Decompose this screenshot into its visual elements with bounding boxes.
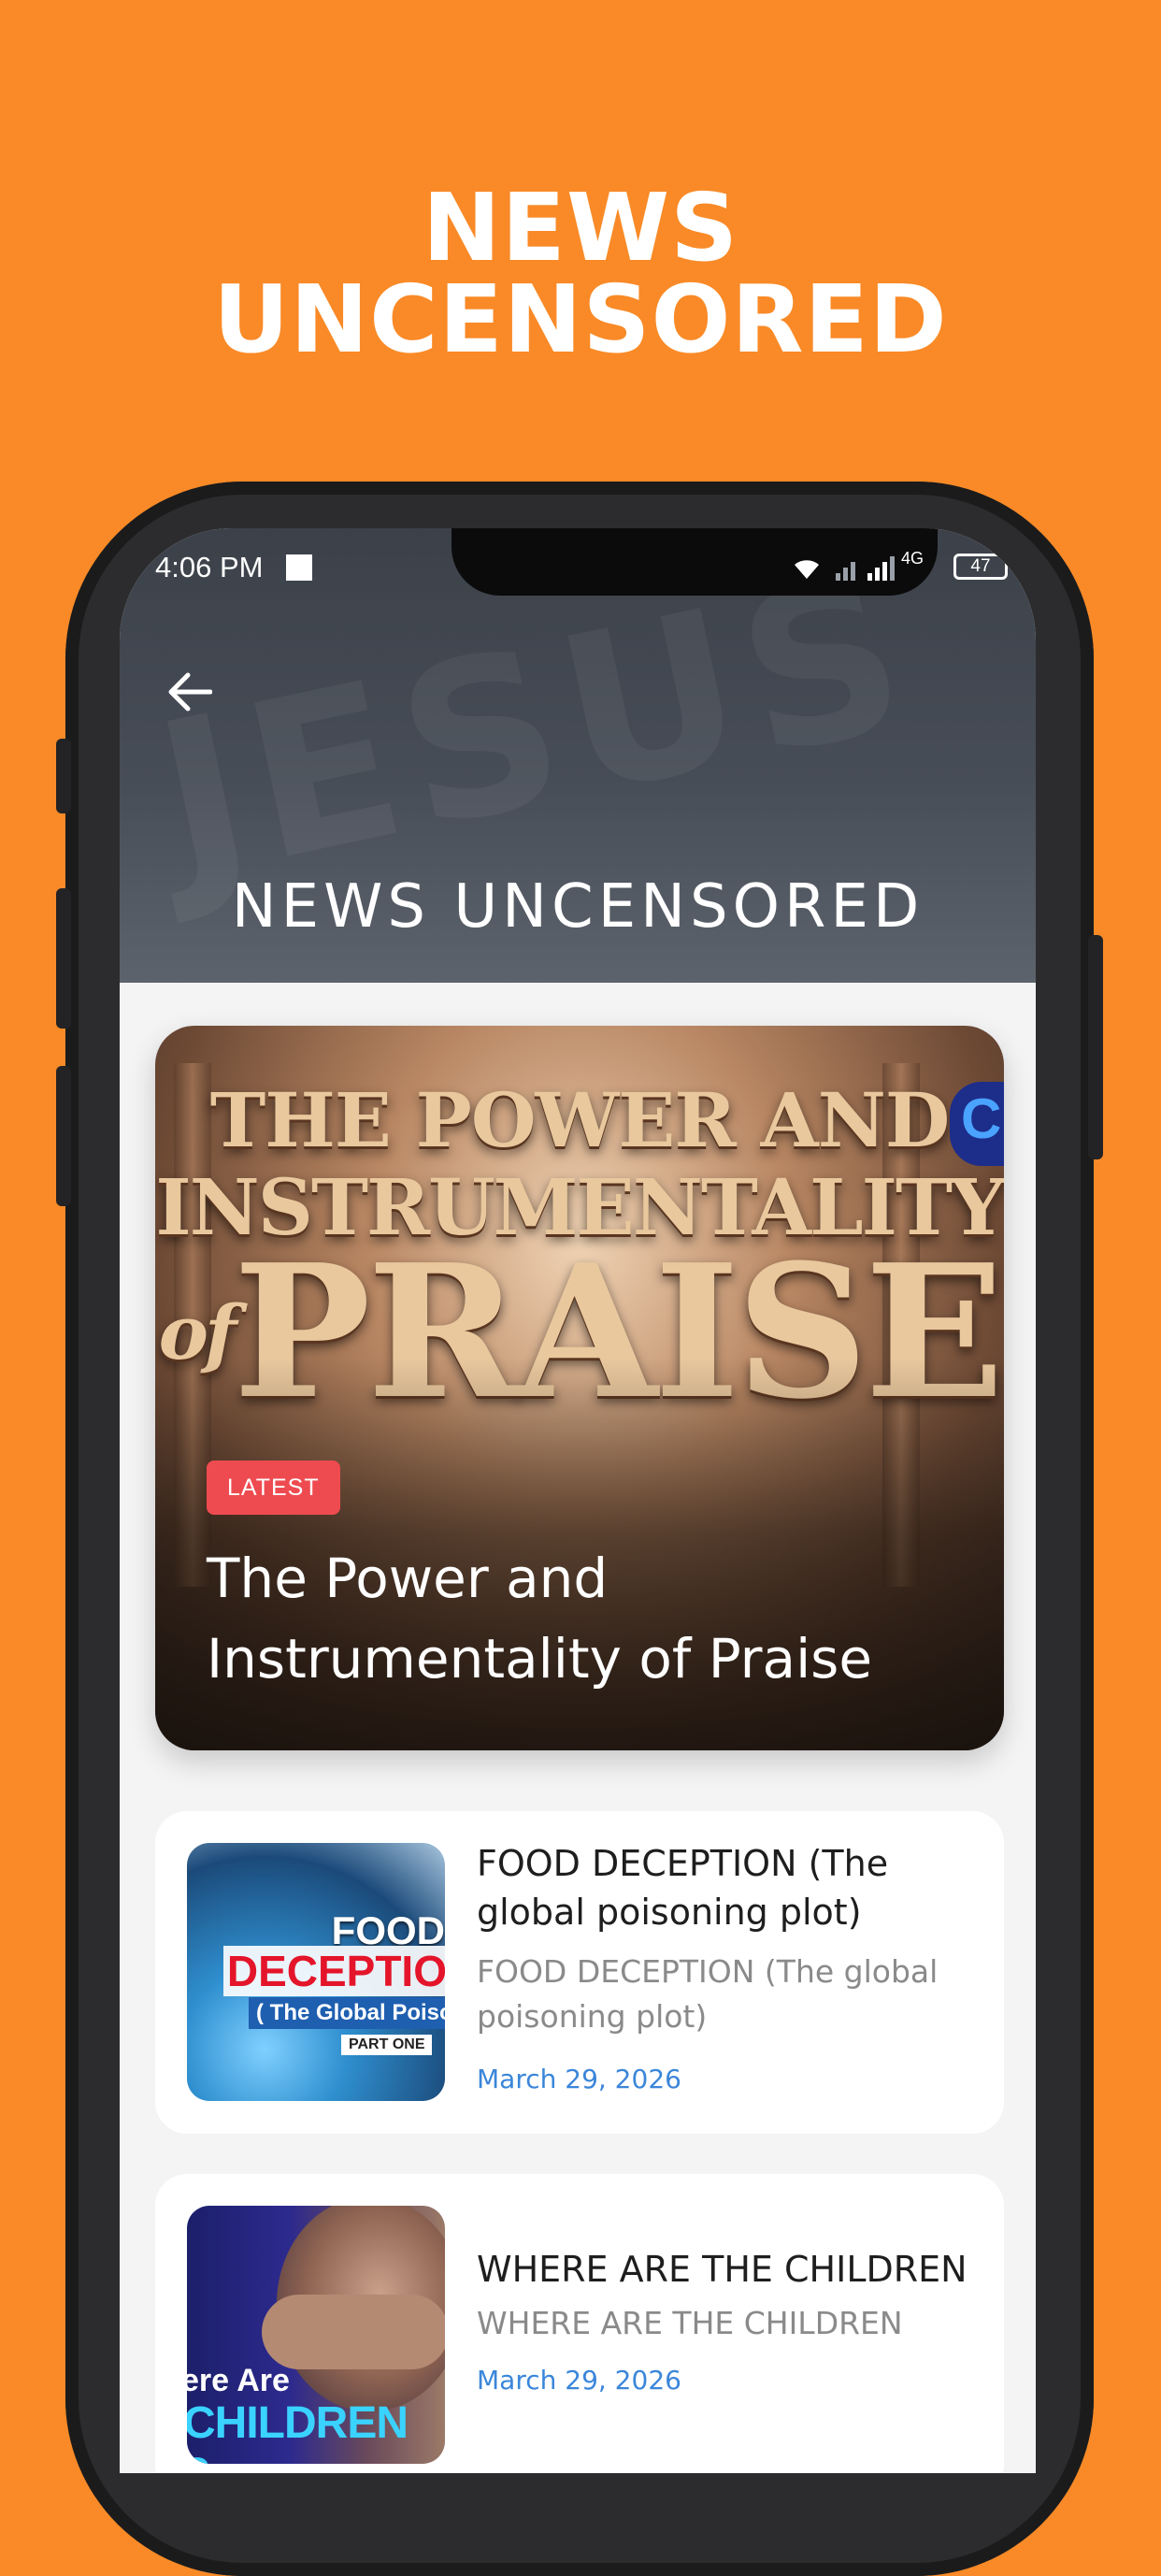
thumb-text: ere Are — [187, 2363, 290, 2398]
promo-title-line2: UNCENSORED — [213, 265, 948, 374]
status-icons: 4G 47 — [727, 549, 1008, 586]
phone-power-button — [1088, 935, 1103, 1159]
page-title: NEWS UNCENSORED — [231, 872, 924, 942]
article-date: March 29, 2026 — [477, 2064, 681, 2094]
article-card[interactable]: ere Are CHILDREN ? WHERE ARE THE CHILDRE… — [155, 2174, 1004, 2473]
thumb-text: DECEPTIO — [222, 1946, 445, 1996]
featured-title: The Power and Instrumentality of Praise — [207, 1547, 873, 1691]
article-thumbnail: ere Are CHILDREN ? — [187, 2206, 445, 2464]
phone-volume-down-button — [56, 1066, 71, 1206]
status-bar: 4:06 PM 4G 47 — [120, 528, 1036, 614]
art-text-line1: THE POWER AND — [209, 1076, 951, 1164]
article-subtitle: WHERE ARE THE CHILDREN — [477, 2305, 903, 2341]
battery-icon: 47 — [953, 554, 1008, 580]
wifi-icon — [795, 560, 819, 579]
status-time: 4:06 PM — [155, 551, 264, 583]
phone-volume-up-button — [56, 888, 71, 1029]
notification-icon — [286, 554, 312, 581]
article-title: FOOD DECEPTION (The global poisoning plo… — [477, 1843, 889, 1933]
network-type-label: 4G — [900, 549, 924, 568]
promo-title-line1: NEWS — [422, 173, 739, 282]
article-card[interactable]: FOOD DECEPTIO ( The Global Poison PART O… — [155, 1811, 1004, 2134]
promo-title: NEWS UNCENSORED — [0, 173, 1161, 374]
thumb-text: ( The Global Poison — [249, 1997, 445, 2029]
back-button[interactable] — [157, 659, 222, 725]
thumb-text: PART ONE — [341, 2035, 433, 2055]
arrow-left-icon — [168, 672, 212, 712]
article-thumbnail: FOOD DECEPTIO ( The Global Poison PART O… — [187, 1843, 445, 2101]
article-date: March 29, 2026 — [477, 2365, 681, 2396]
phone-screen: JESUS 4:06 PM 4G 47 NEWS UNCENSORED THE … — [120, 528, 1036, 2473]
article-subtitle: FOOD DECEPTION (The global poisoning plo… — [477, 1953, 939, 2035]
featured-article-card[interactable]: THE POWER AND INSTRUMENTALITY ofPRAISE C… — [155, 1026, 1004, 1750]
phone-side-button — [56, 739, 71, 813]
latest-badge: LATEST — [207, 1461, 340, 1515]
channel-logo: C — [950, 1082, 1004, 1166]
thumb-text: CHILDREN ? — [187, 2398, 408, 2464]
signal-icon — [836, 556, 895, 581]
thumb-hand-image — [262, 2295, 445, 2369]
article-title: WHERE ARE THE CHILDREN — [477, 2249, 968, 2290]
app-header: JESUS 4:06 PM 4G 47 NEWS UNCENSORED — [120, 528, 1036, 983]
